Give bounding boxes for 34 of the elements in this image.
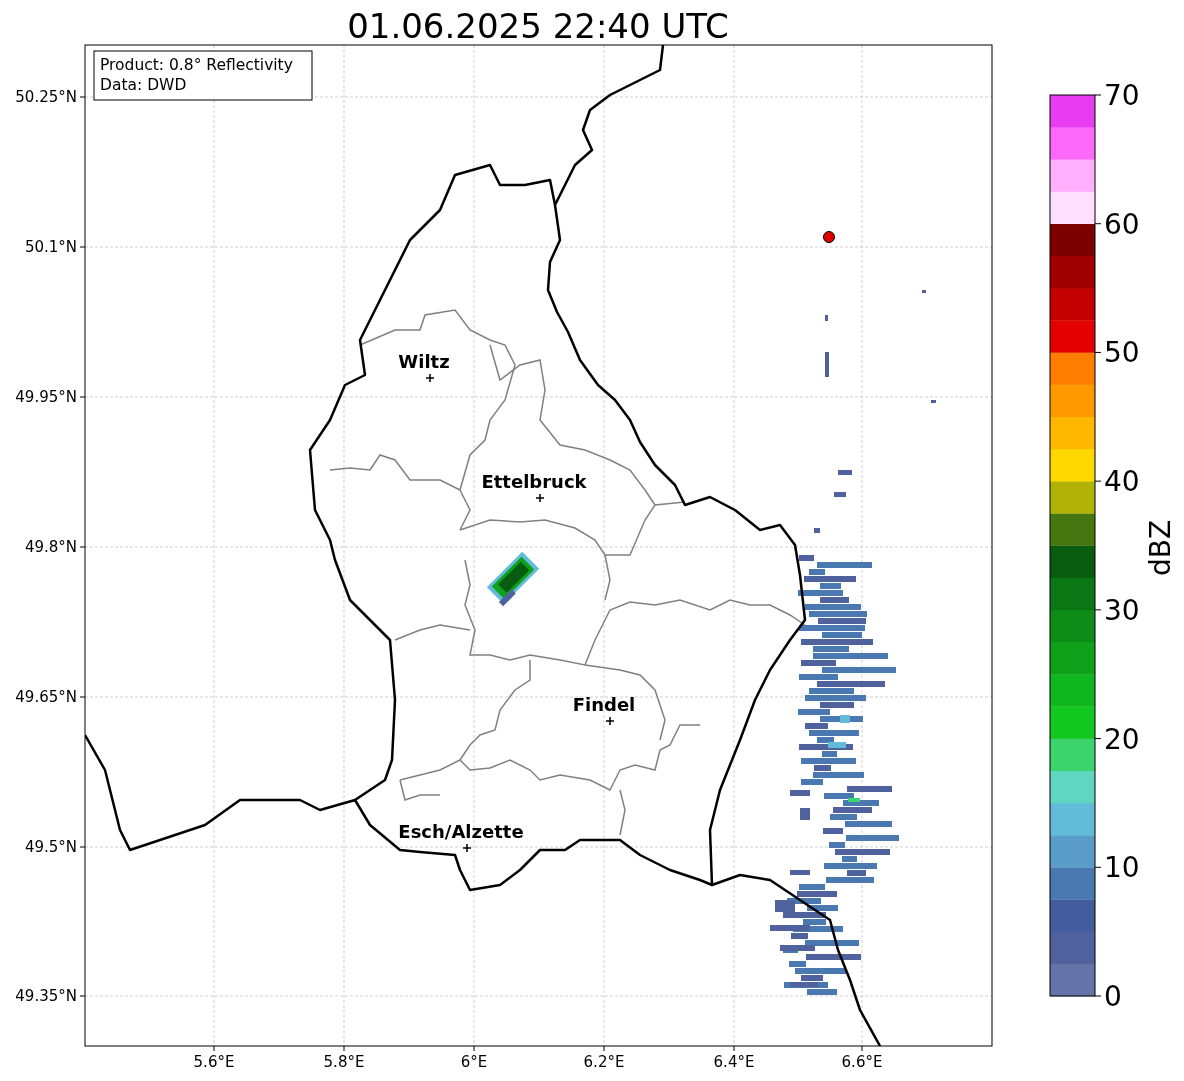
legend-text: Data: DWD	[100, 76, 187, 94]
axis-tick-label: 6.4°E	[713, 1053, 755, 1071]
chart-title: 01.06.2025 22:40 UTC	[347, 6, 729, 46]
axis-tick-label: 6.6°E	[841, 1053, 883, 1071]
city-marker-icon	[535, 493, 545, 503]
city-marker-icon	[462, 843, 472, 853]
colorbar-tick-label: 10	[1104, 851, 1140, 885]
axis-tick-label: 5.6°E	[193, 1053, 235, 1071]
city-label: Ettelbruck	[481, 471, 587, 492]
colorbar-tick-label: 0	[1104, 980, 1122, 1013]
axis-tick-label: 5.8°E	[323, 1053, 365, 1071]
axis-tick-label: 49.8°N	[24, 538, 77, 556]
axis-tick-label: 49.65°N	[15, 688, 77, 706]
axis-tick-label: 6.2°E	[583, 1053, 625, 1071]
city-marker-icon	[425, 373, 435, 383]
station-marker-icon	[823, 231, 835, 243]
city-label: Findel	[572, 694, 636, 715]
axis-tick-label: 6°E	[460, 1053, 488, 1071]
axis-tick-label: 49.35°N	[15, 987, 77, 1005]
city-marker-icon	[605, 716, 615, 726]
axis-tick-label: 49.95°N	[15, 388, 77, 406]
colorbar-tick-label: 30	[1104, 593, 1140, 627]
colorbar-tick-label: 40	[1104, 465, 1140, 499]
colorbar-label: dBZ	[1144, 519, 1177, 577]
city-label: Wiltz	[398, 351, 450, 372]
axis-tick-label: 49.5°N	[24, 838, 77, 856]
colorbar-tick-label: 70	[1104, 79, 1140, 112]
colorbar-tick-label: 20	[1104, 722, 1140, 756]
axis-tick-label: 50.1°N	[24, 238, 77, 256]
legend-text: Product: 0.8° Reflectivity	[100, 56, 293, 74]
city-label: Esch/Alzette	[398, 821, 524, 842]
colorbar-tick-label: 60	[1104, 207, 1140, 241]
colorbar-tick-label: 50	[1104, 336, 1140, 370]
axis-tick-label: 50.25°N	[15, 88, 77, 106]
